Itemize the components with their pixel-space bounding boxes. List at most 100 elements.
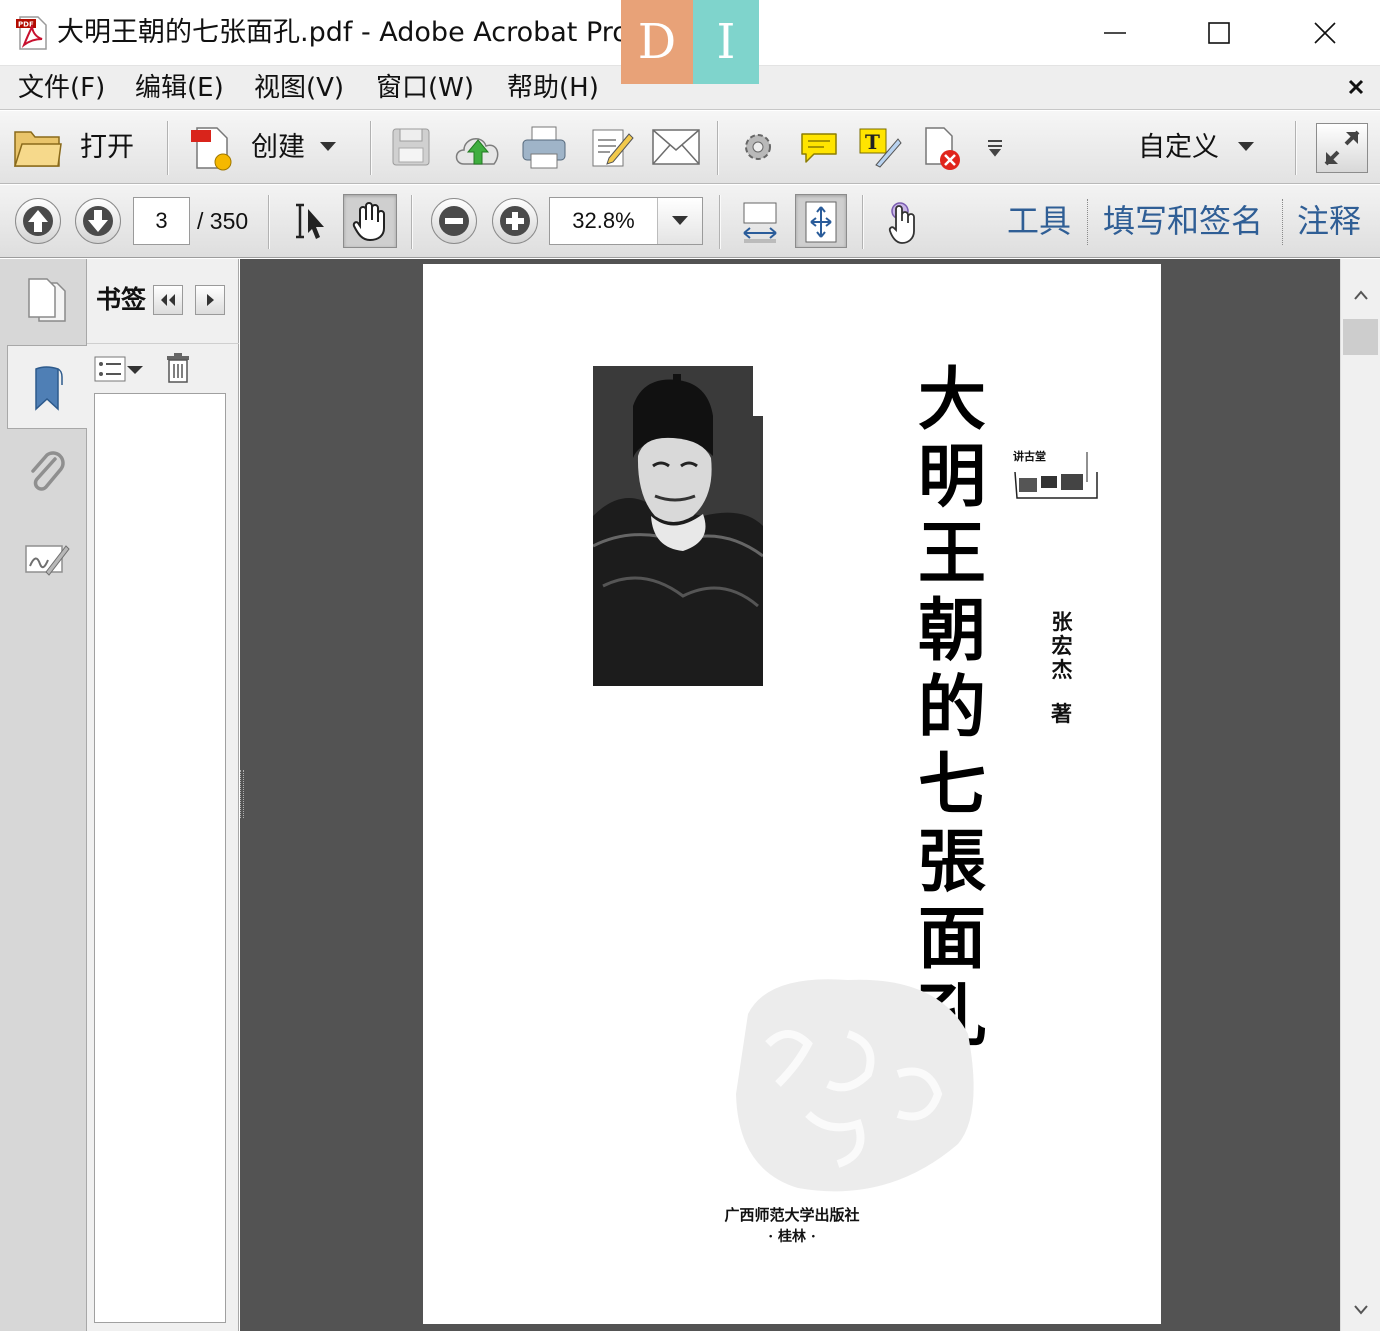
- touch-read-mode-icon[interactable]: [882, 197, 926, 247]
- portrait-illustration: [593, 366, 763, 686]
- double-chevron-left-icon: [161, 294, 175, 306]
- author-char: 杰: [1051, 657, 1073, 682]
- trash-icon: [167, 353, 189, 383]
- publisher-name: 广西师范大学出版社: [724, 1206, 860, 1224]
- signature-pen-icon: [25, 545, 70, 576]
- zoom-value[interactable]: 32.8%: [550, 198, 657, 244]
- expand-icon: [1324, 130, 1360, 166]
- zoom-in-button[interactable]: [492, 198, 538, 244]
- vertical-scrollbar[interactable]: [1340, 259, 1380, 1331]
- pane-splitter[interactable]: [240, 770, 244, 818]
- title-char: 張: [917, 822, 986, 902]
- minimize-button[interactable]: [1063, 0, 1167, 66]
- scroll-down-button[interactable]: [1341, 1291, 1380, 1327]
- svg-text:T: T: [865, 130, 880, 154]
- scroll-up-button[interactable]: [1341, 275, 1380, 315]
- scroll-thumb[interactable]: [1343, 319, 1378, 355]
- close-icon: [1314, 22, 1336, 44]
- create-pdf-icon[interactable]: [186, 123, 236, 173]
- folder-icon: [13, 131, 62, 167]
- attachments-button[interactable]: [7, 431, 87, 515]
- arrow-down-icon: [83, 206, 113, 236]
- navigation-pane-strip: [0, 259, 87, 1331]
- comment-bubble-icon[interactable]: [797, 125, 841, 169]
- book-title: 大 明 王 朝 的 七 張 面 孔: [911, 362, 993, 1055]
- author-role: 著: [1051, 701, 1072, 726]
- publisher-city: · 桂林 ·: [768, 1229, 816, 1245]
- maximize-icon: [1208, 22, 1230, 44]
- fill-sign-pane-link[interactable]: 填写和签名: [1103, 201, 1263, 241]
- bookmarks-list[interactable]: [94, 393, 226, 1323]
- select-text-icon[interactable]: [288, 199, 330, 243]
- bookmarks-button[interactable]: [7, 345, 87, 429]
- open-label[interactable]: 打开: [80, 130, 134, 166]
- toolbar-overflow-icon[interactable]: [984, 135, 1006, 159]
- open-button[interactable]: [12, 125, 64, 169]
- chevron-right-icon: [207, 294, 214, 306]
- menu-edit[interactable]: 编辑(E): [135, 72, 224, 104]
- menu-view[interactable]: 视图(V): [254, 72, 344, 104]
- next-page-button[interactable]: [75, 198, 121, 244]
- expand-panel-button[interactable]: [195, 285, 225, 315]
- customize-label[interactable]: 自定义: [1138, 130, 1219, 166]
- title-char: 明: [917, 437, 986, 517]
- author-name: 张 宏 杰: [1047, 610, 1077, 682]
- menu-help[interactable]: 帮助(H): [507, 72, 599, 104]
- close-button[interactable]: [1273, 0, 1377, 66]
- create-dropdown-icon[interactable]: [318, 139, 338, 155]
- fullscreen-button[interactable]: [1316, 123, 1368, 173]
- author-char: 宏: [1051, 633, 1073, 658]
- menu-file[interactable]: 文件(F): [18, 72, 105, 104]
- collapse-panel-button[interactable]: [153, 285, 183, 315]
- zoom-out-button[interactable]: [431, 198, 477, 244]
- plus-icon: [500, 206, 530, 236]
- fit-page-icon[interactable]: [799, 197, 843, 247]
- print-icon[interactable]: [520, 123, 568, 171]
- arrow-up-icon: [23, 206, 53, 236]
- gear-icon[interactable]: [736, 125, 780, 169]
- edit-document-icon[interactable]: [589, 123, 635, 171]
- zoom-dropdown-button[interactable]: [657, 198, 702, 244]
- create-label[interactable]: 创建: [251, 130, 305, 166]
- delete-page-icon[interactable]: [919, 123, 965, 173]
- page-thumbnails-button[interactable]: [7, 259, 87, 343]
- title-char: 王: [917, 514, 986, 594]
- watermark-seal: [728, 974, 983, 1204]
- typewriter-text-icon[interactable]: T: [857, 123, 903, 171]
- pdf-page: 讲古堂 大 明 王 朝 的 七 張 面 孔 张 宏 杰 著 广西师: [423, 264, 1161, 1324]
- cloud-upload-icon[interactable]: [452, 123, 504, 171]
- title-char: 大: [917, 360, 986, 440]
- title-bar: PDF 大明王朝的七张面孔.pdf - Adobe Acrobat Pro D …: [0, 0, 1380, 84]
- signatures-button[interactable]: [7, 517, 87, 601]
- fit-width-icon[interactable]: [738, 197, 782, 247]
- paperclip-icon: [31, 451, 65, 491]
- bookmarks-panel: 书签: [87, 259, 239, 1331]
- page-number-input[interactable]: 3: [133, 197, 190, 245]
- author-char: 张: [1051, 609, 1073, 634]
- navigation-toolbar: 3 / 350 32.8% 工具 填写和签名 注释: [0, 185, 1380, 258]
- close-document-button[interactable]: [1344, 75, 1368, 99]
- previous-page-button[interactable]: [15, 198, 61, 244]
- zoom-select[interactable]: 32.8%: [549, 197, 703, 245]
- overlay-logo-d: D: [621, 0, 693, 84]
- page-total: / 350: [197, 208, 249, 234]
- delete-bookmark-button[interactable]: [163, 351, 193, 385]
- hand-icon[interactable]: [348, 199, 392, 243]
- series-logo: 讲古堂: [1013, 442, 1103, 502]
- bookmark-options-button[interactable]: [93, 353, 145, 385]
- window-title: 大明王朝的七张面孔.pdf - Adobe Acrobat Pro: [57, 17, 629, 48]
- main-toolbar: 打开 创建 T 自定义: [0, 111, 1380, 184]
- customize-dropdown-icon[interactable]: [1236, 139, 1256, 155]
- comment-pane-link[interactable]: 注释: [1297, 201, 1361, 241]
- menu-window[interactable]: 窗口(W): [376, 72, 474, 104]
- tools-pane-link[interactable]: 工具: [1007, 201, 1071, 241]
- maximize-button[interactable]: [1167, 0, 1271, 66]
- chevron-down-icon: [1354, 1305, 1368, 1315]
- minus-icon: [439, 206, 469, 236]
- title-char: 的: [917, 668, 986, 748]
- close-icon: [1348, 79, 1364, 95]
- email-icon[interactable]: [651, 125, 701, 169]
- save-icon[interactable]: [389, 125, 433, 169]
- bookmark-ribbon-icon: [34, 366, 63, 411]
- title-char: 七: [917, 745, 986, 825]
